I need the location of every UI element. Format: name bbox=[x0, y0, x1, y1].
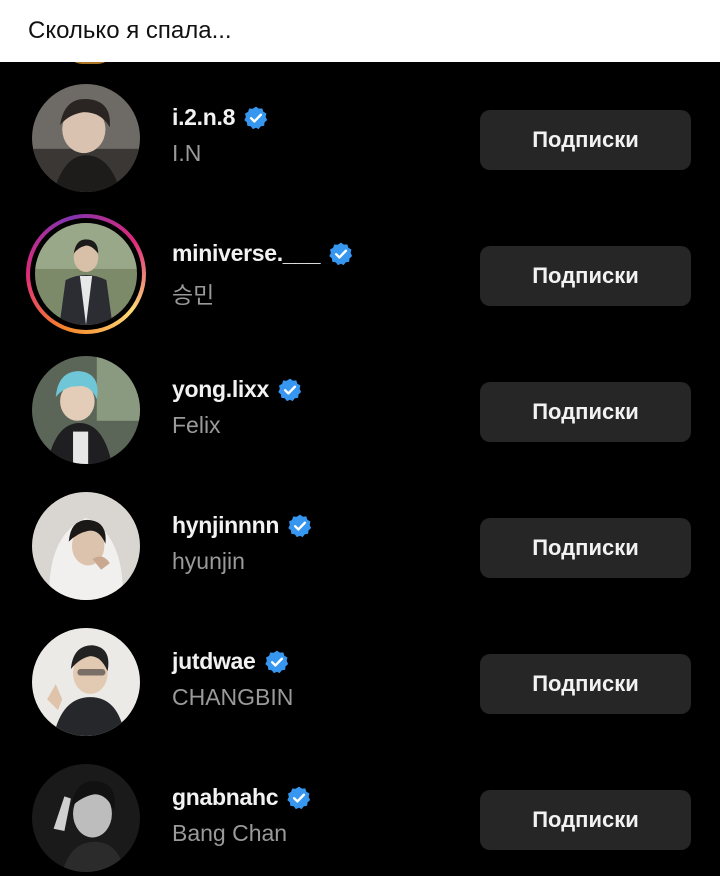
following-button[interactable]: Подписки bbox=[480, 790, 691, 850]
verified-badge-icon bbox=[264, 649, 290, 675]
post-caption: Сколько я спала... bbox=[0, 0, 720, 62]
following-button[interactable]: Подписки bbox=[480, 246, 691, 306]
following-button[interactable]: Подписки bbox=[480, 654, 691, 714]
username[interactable]: yong.lixx bbox=[172, 376, 269, 403]
avatar[interactable] bbox=[32, 356, 140, 464]
profile-photo-icon bbox=[32, 492, 140, 600]
full-name: Bang Chan bbox=[172, 820, 288, 846]
username[interactable]: gnabnahc bbox=[172, 784, 279, 811]
username[interactable]: hynjinnnn bbox=[172, 512, 279, 539]
profile-photo-icon bbox=[32, 628, 140, 736]
profile-photo-icon bbox=[32, 84, 140, 192]
verified-badge-icon bbox=[243, 105, 269, 131]
following-list-screenshot: i.2.n.8 I.N Подписки miniverse.___ 승민 По… bbox=[0, 62, 720, 876]
verified-badge-icon bbox=[287, 513, 313, 539]
list-item[interactable]: i.2.n.8 I.N Подписки bbox=[0, 62, 720, 198]
avatar[interactable] bbox=[32, 628, 140, 736]
profile-photo-icon bbox=[35, 223, 137, 325]
following-button[interactable]: Подписки bbox=[480, 382, 691, 442]
verified-badge-icon bbox=[277, 377, 303, 403]
username[interactable]: i.2.n.8 bbox=[172, 104, 235, 131]
avatar-story-ring[interactable] bbox=[26, 214, 146, 334]
avatar[interactable] bbox=[32, 764, 140, 872]
username[interactable]: jutdwae bbox=[172, 648, 256, 675]
list-item[interactable]: hynjinnnn hyunjin Подписки bbox=[0, 470, 720, 606]
username[interactable]: miniverse.___ bbox=[172, 240, 321, 267]
list-item[interactable]: yong.lixx Felix Подписки bbox=[0, 334, 720, 470]
avatar[interactable] bbox=[32, 84, 140, 192]
verified-badge-icon bbox=[328, 241, 354, 267]
full-name: hyunjin bbox=[172, 548, 245, 574]
verified-badge-icon bbox=[286, 785, 312, 811]
full-name: 승민 bbox=[172, 282, 215, 308]
following-button[interactable]: Подписки bbox=[480, 518, 691, 578]
profile-photo-icon bbox=[32, 764, 140, 872]
following-button[interactable]: Подписки bbox=[480, 110, 691, 170]
list-item[interactable]: miniverse.___ 승민 Подписки bbox=[0, 198, 720, 334]
full-name: I.N bbox=[172, 140, 202, 166]
full-name: Felix bbox=[172, 412, 221, 438]
full-name: CHANGBIN bbox=[172, 684, 294, 710]
list-item[interactable]: gnabnahc Bang Chan Подписки bbox=[0, 742, 720, 876]
avatar[interactable] bbox=[32, 492, 140, 600]
list-item[interactable]: jutdwae CHANGBIN Подписки bbox=[0, 606, 720, 742]
profile-photo-icon bbox=[32, 356, 140, 464]
